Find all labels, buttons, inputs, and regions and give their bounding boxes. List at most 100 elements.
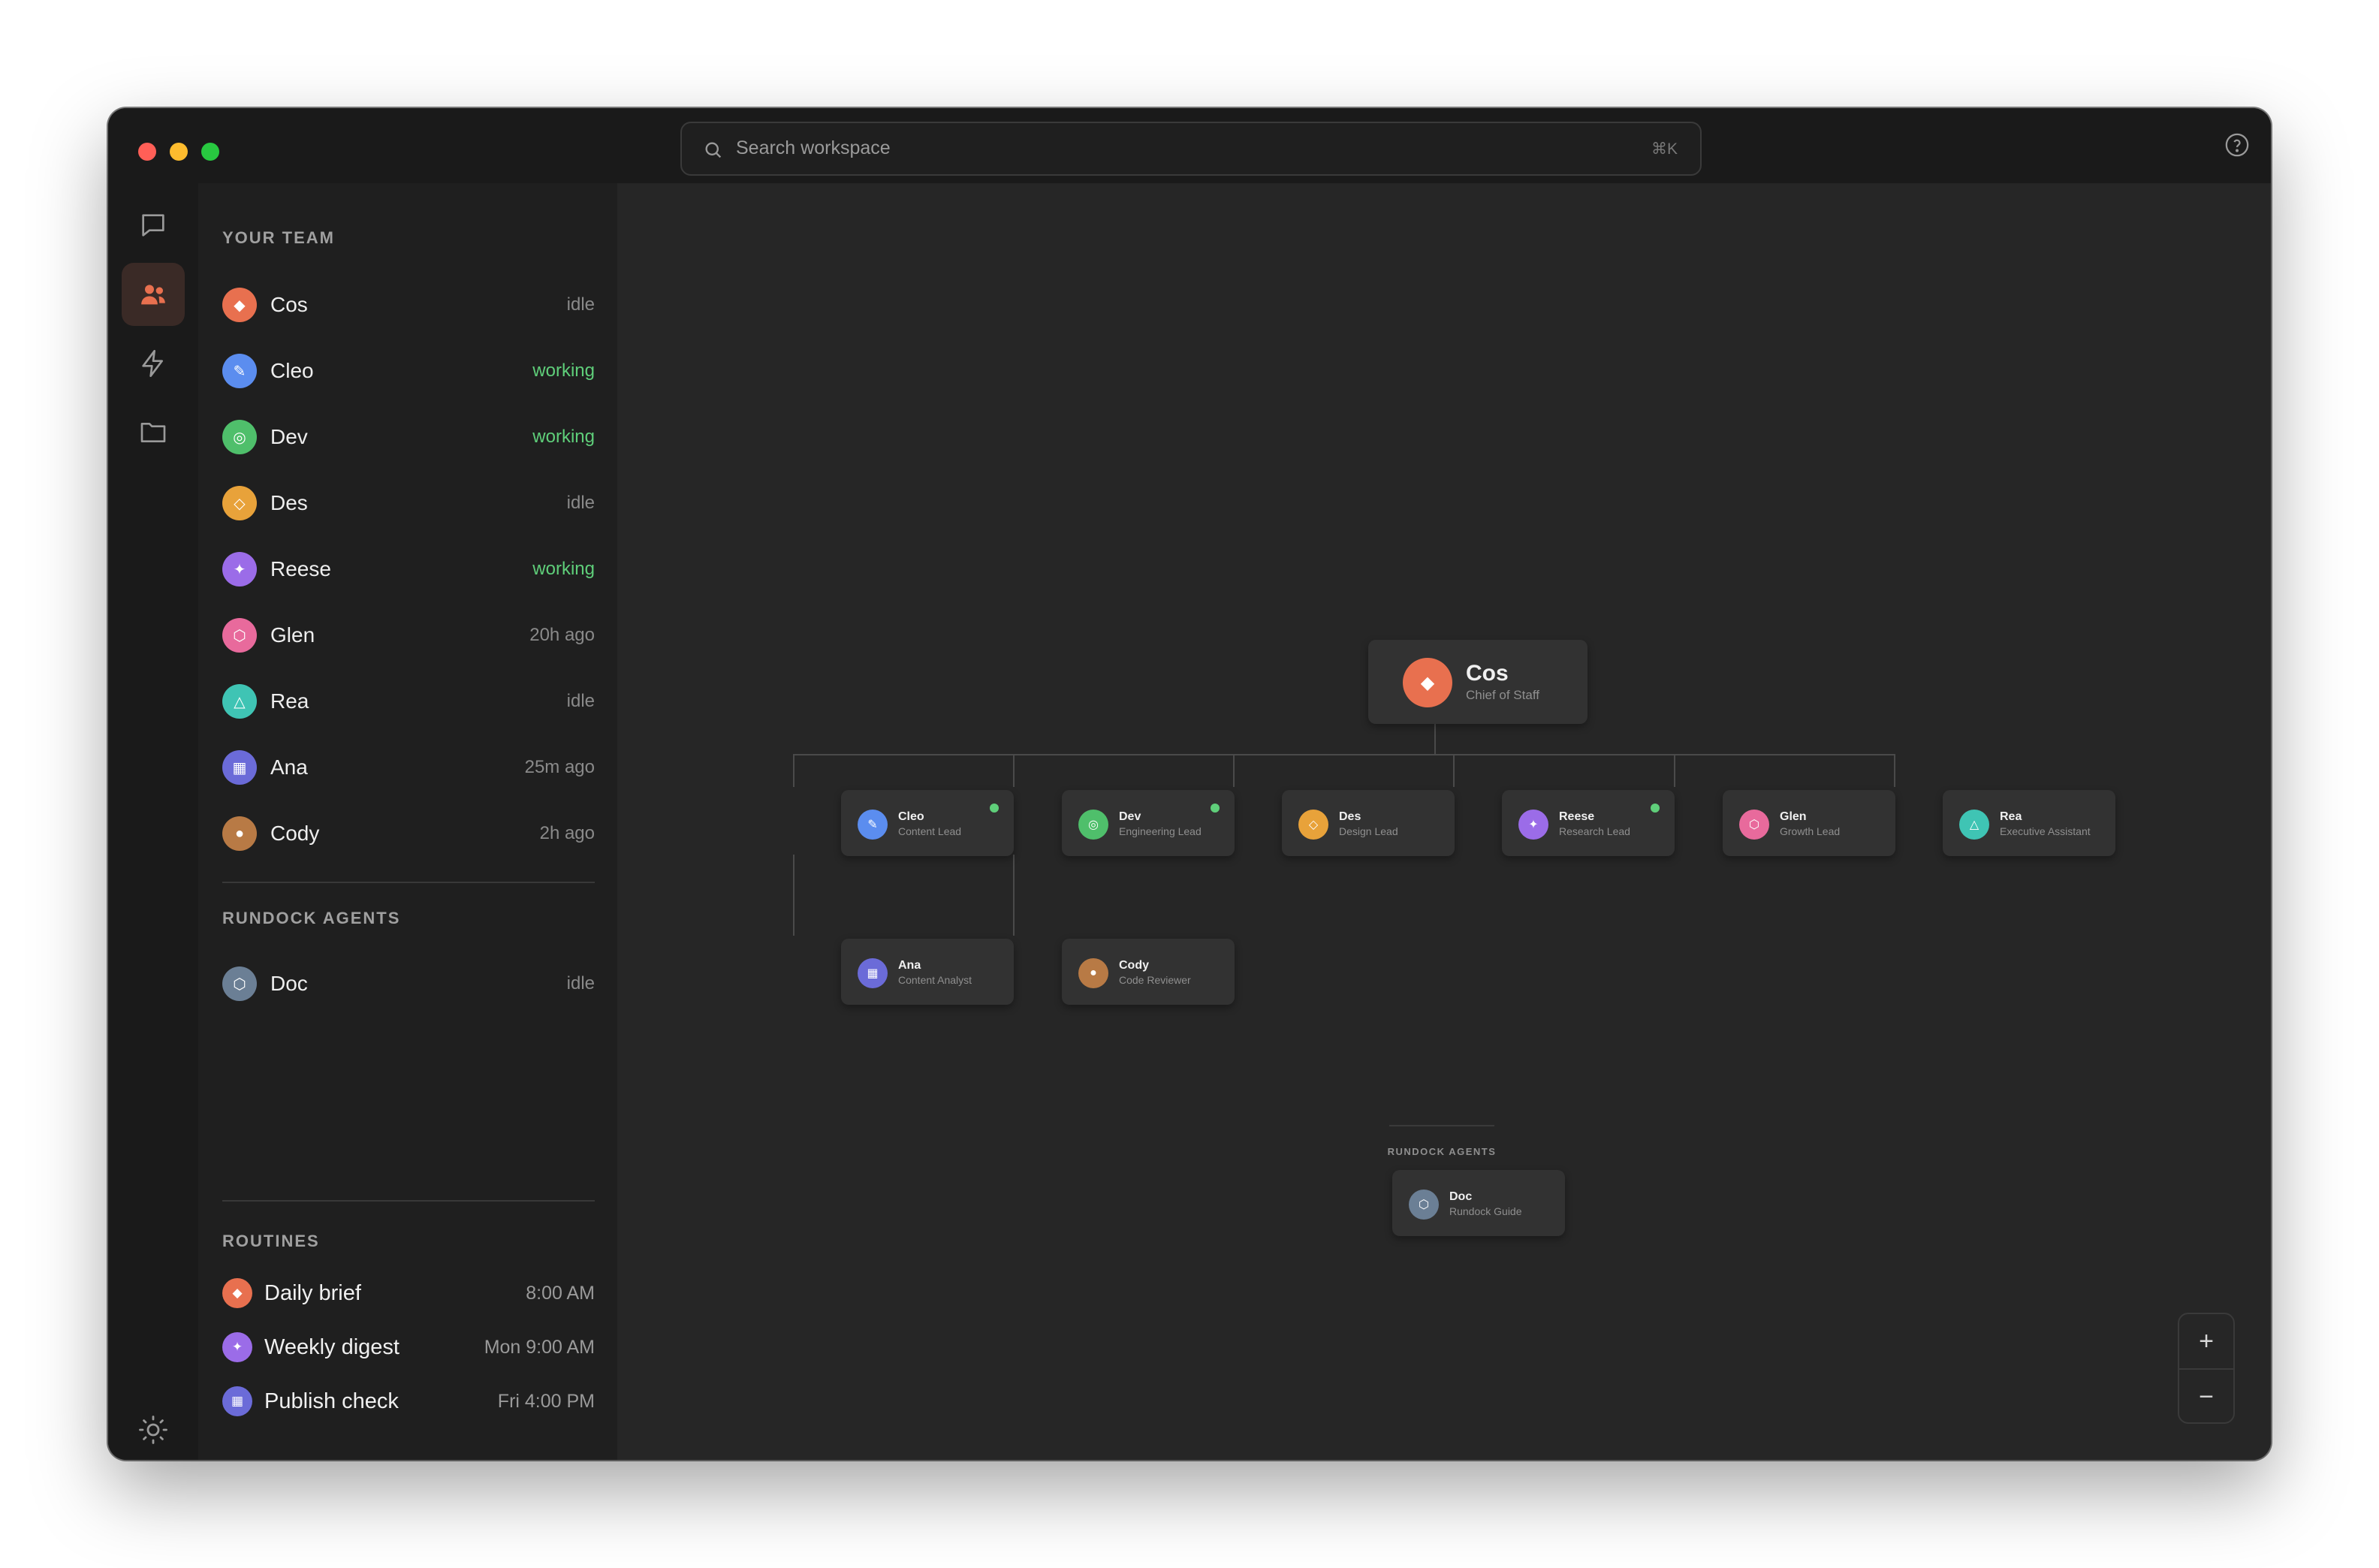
team-member-row[interactable]: ● Cody 2h ago xyxy=(222,801,595,867)
connector-line xyxy=(1434,722,1436,755)
member-status: working xyxy=(532,559,595,579)
org-card-lead[interactable]: ✦ Reese Research Lead xyxy=(1502,790,1675,856)
title-bar: Search workspace ⌘K xyxy=(108,108,2271,183)
search-shortcut: ⌘K xyxy=(1651,140,1678,158)
org-card-name: Des xyxy=(1339,810,1361,823)
member-status: working xyxy=(532,360,595,381)
member-status: 20h ago xyxy=(529,625,595,645)
team-section-title: YOUR TEAM xyxy=(222,228,335,247)
org-card-lead[interactable]: ◎ Dev Engineering Lead xyxy=(1062,790,1235,856)
avatar: ◆ xyxy=(1403,658,1452,707)
minimize-window-button[interactable] xyxy=(170,143,188,161)
org-card-report[interactable]: ● Cody Code Reviewer xyxy=(1062,939,1235,1005)
org-card-lead[interactable]: ⬡ Glen Growth Lead xyxy=(1723,790,1895,856)
routine-row[interactable]: ✦ Weekly digest Mon 9:00 AM xyxy=(222,1320,595,1374)
avatar: ▦ xyxy=(858,958,888,988)
routines-section-title: ROUTINES xyxy=(222,1232,320,1250)
team-member-row[interactable]: △ Rea idle xyxy=(222,668,595,734)
org-card-role: Research Lead xyxy=(1559,825,1630,837)
org-card-name: Doc xyxy=(1449,1190,1473,1203)
team-member-row[interactable]: ✎ Cleo working xyxy=(222,338,595,404)
agent-name: Doc xyxy=(270,972,308,995)
org-card-lead[interactable]: ◇ Des Design Lead xyxy=(1282,790,1455,856)
routine-row[interactable]: ▦ Publish check Fri 4:00 PM xyxy=(222,1374,595,1428)
team-member-row[interactable]: ▦ Ana 25m ago xyxy=(222,734,595,801)
avatar: ● xyxy=(222,816,257,851)
zoom-in-button[interactable]: + xyxy=(2179,1314,2233,1369)
org-card-name: Dev xyxy=(1119,810,1141,823)
routine-name: Publish check xyxy=(264,1389,399,1413)
member-name: Cleo xyxy=(270,359,314,382)
org-card-lead[interactable]: ✎ Cleo Content Lead xyxy=(841,790,1014,856)
connector-line xyxy=(793,754,1894,755)
org-card-role: Engineering Lead xyxy=(1119,825,1202,837)
chat-nav-button[interactable] xyxy=(122,194,185,257)
avatar: ✦ xyxy=(222,552,257,586)
team-sidebar: YOUR TEAM ◆ Cos idle ✎ Cleo working ◎ De… xyxy=(198,183,617,1460)
zoom-out-button[interactable]: − xyxy=(2179,1370,2233,1425)
org-card-name: Ana xyxy=(898,959,921,972)
routine-row[interactable]: ◆ Daily brief 8:00 AM xyxy=(222,1266,595,1320)
avatar: ▦ xyxy=(222,750,257,785)
member-status: idle xyxy=(566,691,595,711)
connector-line xyxy=(1233,754,1235,787)
theme-toggle-button[interactable] xyxy=(122,1398,185,1460)
automations-nav-button[interactable] xyxy=(122,332,185,395)
close-window-button[interactable] xyxy=(138,143,156,161)
folder-icon xyxy=(140,423,166,442)
member-name: Dev xyxy=(270,425,308,448)
nav-rail xyxy=(108,183,198,1460)
org-card-role: Design Lead xyxy=(1339,825,1398,837)
avatar: ⬡ xyxy=(1409,1190,1439,1220)
org-card-role: Chief of Staff xyxy=(1466,688,1539,702)
org-card-name: Rea xyxy=(2000,810,2022,823)
member-name: Cos xyxy=(270,293,308,316)
team-member-row[interactable]: ◎ Dev working xyxy=(222,404,595,470)
org-card-name: Cody xyxy=(1119,959,1149,972)
member-name: Reese xyxy=(270,557,331,580)
org-card-role: Content Lead xyxy=(898,825,962,837)
routine-icon: ▦ xyxy=(222,1386,252,1416)
avatar: ◇ xyxy=(222,486,257,520)
member-name: Des xyxy=(270,491,308,514)
avatar: ⬡ xyxy=(222,966,257,1001)
connector-line xyxy=(1013,855,1015,936)
connector-line xyxy=(793,754,795,787)
team-member-row[interactable]: ◇ Des idle xyxy=(222,470,595,536)
org-card-role: Content Analyst xyxy=(898,974,972,986)
member-name: Cody xyxy=(270,822,320,845)
active-status-dot xyxy=(1651,804,1660,813)
org-card-root[interactable]: ◆ Cos Chief of Staff xyxy=(1368,640,1588,724)
org-chart-canvas[interactable]: ◆ Cos Chief of Staff ✎ Cleo Content Lead… xyxy=(617,183,2271,1460)
chat-icon xyxy=(142,214,164,237)
avatar: ◆ xyxy=(222,288,257,322)
member-status: 25m ago xyxy=(524,757,595,777)
org-card-agent[interactable]: ⬡ Doc Rundock Guide xyxy=(1392,1170,1565,1236)
team-nav-button[interactable] xyxy=(122,263,185,326)
avatar: △ xyxy=(222,684,257,719)
active-status-dot xyxy=(990,804,999,813)
team-member-row[interactable]: ✦ Reese working xyxy=(222,536,595,602)
agent-row[interactable]: ⬡ Doc idle xyxy=(222,951,595,1017)
avatar: ◎ xyxy=(222,420,257,454)
search-input[interactable]: Search workspace ⌘K xyxy=(680,122,1702,176)
section-divider xyxy=(222,882,595,883)
routine-time: Mon 9:00 AM xyxy=(484,1336,595,1358)
files-nav-button[interactable] xyxy=(122,401,185,464)
routine-time: 8:00 AM xyxy=(526,1282,595,1304)
org-card-role: Executive Assistant xyxy=(2000,825,2091,837)
search-placeholder: Search workspace xyxy=(736,137,891,158)
maximize-window-button[interactable] xyxy=(201,143,219,161)
routine-icon: ✦ xyxy=(222,1332,252,1362)
avatar: ✎ xyxy=(858,810,888,840)
org-card-lead[interactable]: △ Rea Executive Assistant xyxy=(1943,790,2115,856)
avatar: ● xyxy=(1078,958,1108,988)
help-icon[interactable] xyxy=(2224,132,2250,158)
avatar: ⬡ xyxy=(222,618,257,653)
org-card-name: Glen xyxy=(1780,810,1807,823)
org-card-report[interactable]: ▦ Ana Content Analyst xyxy=(841,939,1014,1005)
org-card-name: Reese xyxy=(1559,810,1595,823)
team-member-row[interactable]: ⬡ Glen 20h ago xyxy=(222,602,595,668)
zoom-controls: + − xyxy=(2178,1313,2235,1424)
team-member-row[interactable]: ◆ Cos idle xyxy=(222,272,595,338)
